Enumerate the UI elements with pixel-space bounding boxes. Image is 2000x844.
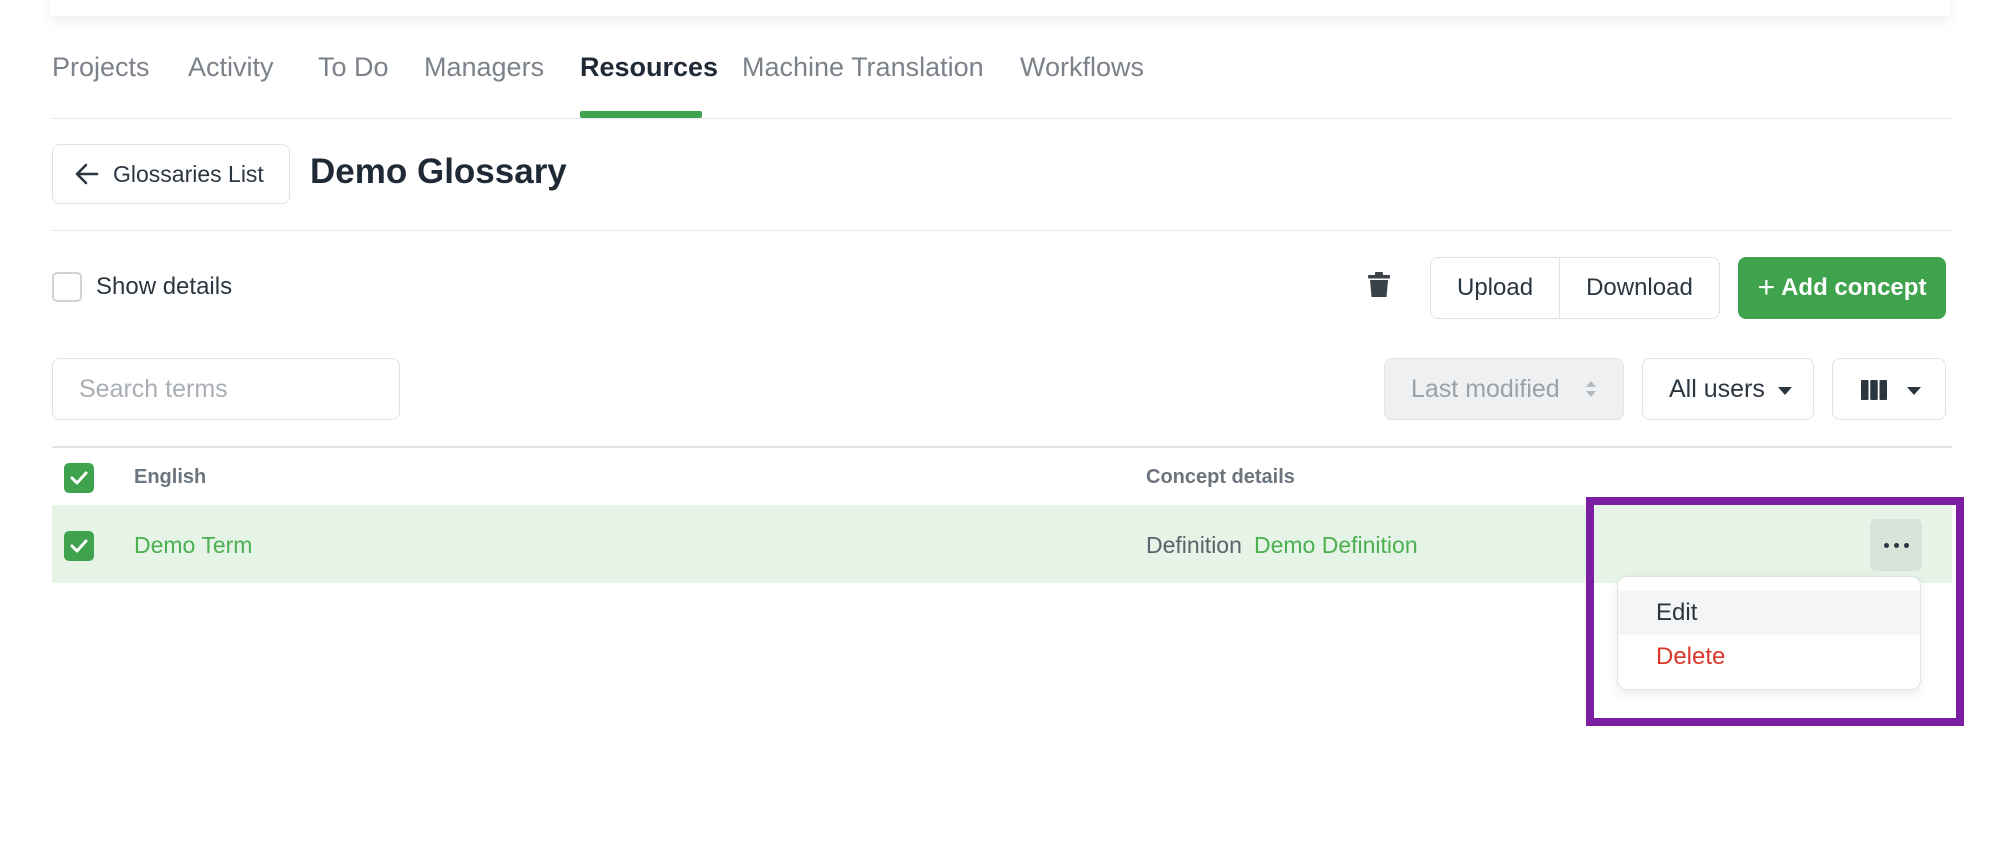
upload-download-group: Upload Download bbox=[1430, 257, 1720, 319]
tab-projects[interactable]: Projects bbox=[52, 52, 150, 83]
tab-resources[interactable]: Resources bbox=[580, 52, 718, 83]
glossaries-list-back-button[interactable]: Glossaries List bbox=[52, 144, 290, 204]
trash-icon bbox=[1368, 272, 1390, 297]
add-concept-button[interactable]: + Add concept bbox=[1738, 257, 1946, 319]
show-details-label: Show details bbox=[96, 273, 233, 300]
row-actions-menu: Edit Delete bbox=[1617, 576, 1921, 690]
definition-label: Definition bbox=[1146, 532, 1242, 558]
plus-icon: + bbox=[1757, 271, 1776, 304]
checkmark-icon bbox=[70, 539, 88, 553]
more-dot bbox=[1893, 542, 1899, 548]
tab-workflows[interactable]: Workflows bbox=[1020, 52, 1144, 83]
row-checkbox[interactable] bbox=[64, 531, 94, 561]
show-details-checkbox[interactable] bbox=[52, 272, 82, 302]
select-all-checkbox[interactable] bbox=[64, 463, 94, 493]
delete-menu-item[interactable]: Delete bbox=[1618, 635, 1920, 679]
search-terms-input[interactable] bbox=[52, 358, 400, 420]
back-button-label: Glossaries List bbox=[113, 160, 264, 187]
column-view-dropdown[interactable] bbox=[1832, 358, 1946, 420]
top-nav: Projects Activity To Do Managers Resourc… bbox=[52, 0, 1952, 119]
header-divider bbox=[52, 230, 1952, 231]
upload-button[interactable]: Upload bbox=[1431, 258, 1560, 318]
delete-selected-button[interactable] bbox=[1368, 272, 1390, 303]
edit-menu-item[interactable]: Edit bbox=[1618, 591, 1920, 635]
tab-managers[interactable]: Managers bbox=[424, 52, 544, 83]
row-actions-button[interactable] bbox=[1870, 519, 1922, 571]
arrow-left-icon bbox=[75, 163, 99, 185]
sort-dropdown[interactable]: Last modified bbox=[1384, 358, 1624, 420]
add-concept-label: Add concept bbox=[1781, 274, 1927, 301]
chevron-down-icon bbox=[1907, 387, 1921, 395]
more-dot bbox=[1883, 542, 1889, 548]
download-button[interactable]: Download bbox=[1559, 258, 1719, 318]
tab-to-do[interactable]: To Do bbox=[318, 52, 389, 83]
definition-value: Demo Definition bbox=[1254, 532, 1418, 558]
checkmark-icon bbox=[70, 471, 88, 485]
column-header-concept-details: Concept details bbox=[1146, 466, 1295, 488]
columns-icon bbox=[1861, 380, 1887, 400]
chevron-down-icon bbox=[1778, 387, 1792, 395]
users-filter-dropdown[interactable]: All users bbox=[1642, 358, 1814, 420]
tab-activity[interactable]: Activity bbox=[188, 52, 274, 83]
column-header-english: English bbox=[134, 466, 207, 488]
active-tab-indicator bbox=[580, 111, 702, 118]
sort-arrows-icon bbox=[1586, 381, 1596, 397]
users-filter-label: All users bbox=[1669, 374, 1765, 403]
table-top-divider bbox=[52, 446, 1952, 448]
sort-label: Last modified bbox=[1411, 374, 1560, 403]
page-title: Demo Glossary bbox=[310, 152, 567, 191]
more-dot bbox=[1903, 542, 1909, 548]
tab-machine-translation[interactable]: Machine Translation bbox=[742, 52, 984, 83]
term-link[interactable]: Demo Term bbox=[134, 532, 252, 559]
